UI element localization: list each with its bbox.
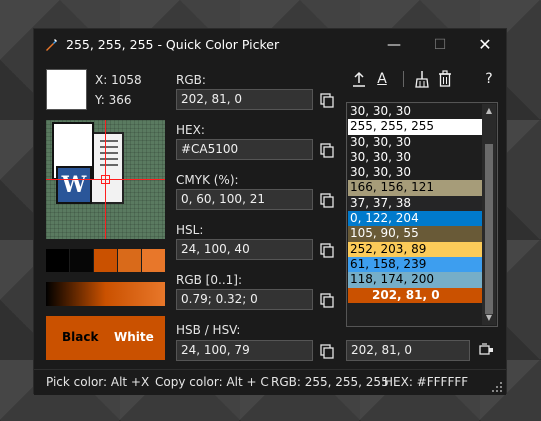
history-item[interactable]: 30, 30, 30 <box>348 134 482 150</box>
shade-swatch[interactable] <box>142 249 165 272</box>
copy-icon[interactable] <box>319 292 335 308</box>
history-scrollbar[interactable]: ▲ ▼ <box>482 104 496 325</box>
hsl-label: HSL: <box>176 223 204 237</box>
status-rgb: RGB: 255, 255, 255 <box>271 375 389 389</box>
contrast-preview: Black White <box>46 316 165 360</box>
shade-swatch[interactable] <box>94 249 117 272</box>
shade-swatch[interactable] <box>70 249 93 272</box>
contrast-white-label: White <box>114 330 154 344</box>
apply-color-icon[interactable] <box>478 342 496 358</box>
eyedropper-icon <box>46 39 57 51</box>
x-coordinate: X: 1058 <box>95 73 142 87</box>
toolbar-separator <box>403 71 404 87</box>
history-item[interactable]: 166, 156, 121 <box>348 180 482 196</box>
copy-icon[interactable] <box>319 192 335 208</box>
cmyk-field[interactable]: 0, 60, 100, 21 <box>176 189 313 210</box>
magnified-word-icon: W <box>56 166 92 204</box>
copy-icon[interactable] <box>319 242 335 258</box>
hsb-field[interactable]: 24, 100, 79 <box>176 340 313 361</box>
cmyk-label: CMYK (%): <box>176 173 239 187</box>
font-button[interactable]: A <box>372 69 392 89</box>
shade-swatches <box>46 249 165 272</box>
maximize-button[interactable]: ☐ <box>417 29 463 61</box>
close-button[interactable]: ✕ <box>462 29 508 61</box>
status-pick-hint: Pick color: Alt +X <box>46 375 150 389</box>
rgb-label: RGB: <box>176 73 206 87</box>
hex-label: HEX: <box>176 123 205 137</box>
rgb01-field[interactable]: 0.79; 0.32; 0 <box>176 289 313 310</box>
window-title: 255, 255, 255 - Quick Color Picker <box>66 37 280 52</box>
scroll-up-icon[interactable]: ▲ <box>482 104 496 118</box>
title-bar[interactable]: 255, 255, 255 - Quick Color Picker — ☐ ✕ <box>34 29 506 61</box>
crosshair-center <box>101 175 110 184</box>
rgb01-label: RGB [0..1]: <box>176 273 242 287</box>
history-item[interactable]: 37, 37, 38 <box>348 195 482 212</box>
help-button[interactable]: ? <box>479 69 499 89</box>
copy-icon[interactable] <box>319 92 335 108</box>
history-item[interactable]: 105, 90, 55 <box>348 226 482 242</box>
history-items: 30, 30, 30 255, 255, 255 30, 30, 30 30, 30,… <box>348 104 482 303</box>
history-item[interactable]: 30, 30, 30 <box>348 165 482 181</box>
history-item[interactable]: 30, 30, 30 <box>348 149 482 166</box>
history-item[interactable]: 202, 81, 0 <box>348 287 482 303</box>
scroll-thumb[interactable] <box>485 144 493 314</box>
history-item[interactable]: 61, 158, 239 <box>348 256 482 273</box>
broom-icon[interactable] <box>412 69 432 89</box>
minimize-button[interactable]: — <box>371 29 417 61</box>
resize-grip-icon[interactable] <box>492 382 502 392</box>
history-item[interactable]: 0, 122, 204 <box>348 211 482 227</box>
y-coordinate: Y: 366 <box>95 93 132 107</box>
upload-icon[interactable] <box>349 69 369 89</box>
trash-icon[interactable] <box>435 69 455 89</box>
contrast-black-label: Black <box>62 330 99 344</box>
status-hex: HEX: #FFFFFF <box>384 375 469 389</box>
history-item[interactable]: 255, 255, 255 <box>348 119 482 135</box>
copy-icon[interactable] <box>319 343 335 359</box>
status-copy-hint: Copy color: Alt + C <box>155 375 269 389</box>
selected-history-field[interactable]: 202, 81, 0 <box>346 340 470 361</box>
magnifier-preview: W <box>46 120 165 239</box>
shade-swatch[interactable] <box>118 249 141 272</box>
color-history-list[interactable]: 30, 30, 30 255, 255, 255 30, 30, 30 30, 30,… <box>346 102 498 327</box>
rgb-field[interactable]: 202, 81, 0 <box>176 89 313 110</box>
copy-icon[interactable] <box>319 142 335 158</box>
history-item[interactable]: 252, 203, 89 <box>348 241 482 257</box>
shade-swatch[interactable] <box>46 249 69 272</box>
scroll-down-icon[interactable]: ▼ <box>482 311 496 325</box>
history-item[interactable]: 30, 30, 30 <box>348 104 482 120</box>
hex-field[interactable]: #CA5100 <box>176 139 313 160</box>
status-bar: Pick color: Alt +X Copy color: Alt + C R… <box>34 369 506 395</box>
app-window: 255, 255, 255 - Quick Color Picker — ☐ ✕… <box>33 28 507 395</box>
current-color-swatch <box>46 69 87 110</box>
hsl-field[interactable]: 24, 100, 40 <box>176 239 313 260</box>
history-item[interactable]: 118, 174, 200 <box>348 272 482 288</box>
hsb-label: HSB / HSV: <box>176 323 241 337</box>
color-gradient-bar[interactable] <box>46 282 165 306</box>
